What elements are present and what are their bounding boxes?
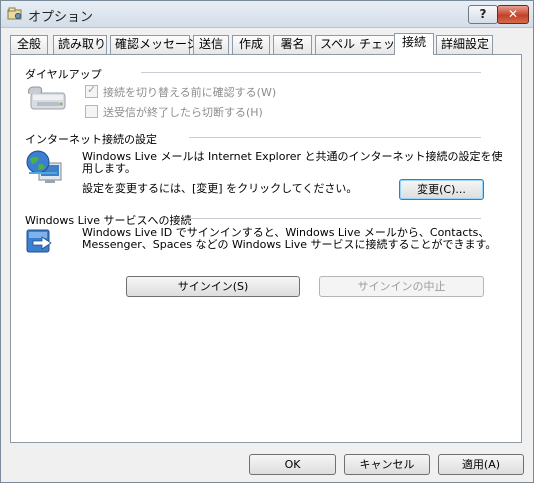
checkbox-box[interactable]: ✓ [85, 83, 98, 98]
check-mark-icon: ✓ [87, 83, 97, 96]
internet-globe-icon [25, 149, 65, 188]
title-bar[interactable]: オプション ? ✕ [1, 1, 533, 28]
dialup-section-title: ダイヤルアップ [25, 68, 102, 81]
confirm-before-switch-checkbox[interactable]: ✓ 接続を切り替える前に確認する(W) [85, 83, 277, 100]
tab-spelling[interactable]: スペル チェック [315, 35, 407, 54]
tab-general[interactable]: 全般 [10, 35, 48, 54]
tab-compose[interactable]: 作成 [232, 35, 270, 54]
options-window-icon [7, 7, 23, 21]
close-button[interactable]: ✕ [497, 5, 529, 24]
checkbox-box[interactable] [85, 105, 98, 118]
signin-button[interactable]: サインイン(S) [126, 276, 300, 297]
tab-advanced[interactable]: 詳細設定 [436, 35, 493, 54]
internet-section-title: インターネット接続の設定 [25, 133, 157, 146]
cancel-signin-button[interactable]: サインインの中止 [319, 276, 484, 297]
help-button[interactable]: ? [468, 5, 498, 24]
tab-connection[interactable]: 接続 [394, 33, 434, 55]
section-divider [189, 137, 481, 138]
hangup-after-send-label: 送受信が終了したら切断する(H) [103, 106, 263, 119]
tab-send[interactable]: 送信 [193, 35, 229, 54]
windows-live-signin-icon [25, 226, 55, 259]
connection-tab-panel: ダイヤルアップ ✓ 接続を切り替える前に確認する(W) 送受信が終了したら切断する… [10, 54, 522, 443]
section-divider [141, 72, 481, 73]
options-dialog: オプション ? ✕ 全般 読み取り 確認メッセージ 送信 作成 署名 スペル チ… [0, 0, 534, 483]
section-divider [189, 218, 481, 219]
cancel-button[interactable]: キャンセル [344, 454, 430, 475]
change-settings-prompt: 設定を変更するには、[変更] をクリックしてください。 [82, 182, 358, 195]
internet-description: Windows Live メールは Internet Explorer と共通の… [82, 150, 503, 175]
ok-button[interactable]: OK [249, 454, 336, 475]
hangup-after-send-checkbox[interactable]: 送受信が終了したら切断する(H) [85, 104, 263, 120]
dialup-modem-icon [25, 84, 69, 115]
tab-receipts[interactable]: 確認メッセージ [110, 35, 199, 54]
window-title: オプション [28, 10, 94, 25]
close-icon: ✕ [507, 7, 519, 21]
change-settings-button[interactable]: 変更(C)... [399, 179, 484, 200]
tab-read[interactable]: 読み取り [53, 35, 107, 54]
tab-signatures[interactable]: 署名 [273, 35, 312, 54]
confirm-before-switch-label: 接続を切り替える前に確認する(W) [103, 86, 277, 99]
apply-button[interactable]: 適用(A) [438, 454, 524, 475]
live-services-description: Windows Live ID でサインインすると、Windows Live メ… [82, 226, 497, 251]
